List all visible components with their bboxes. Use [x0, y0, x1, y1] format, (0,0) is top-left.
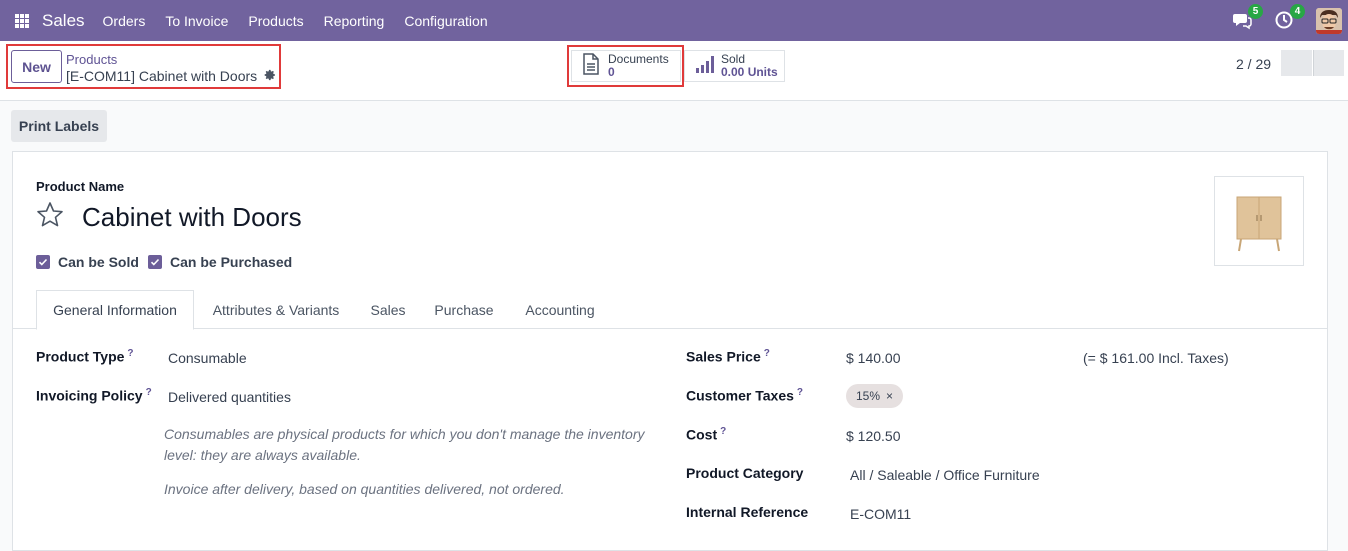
help-tooltip-icon[interactable]: ? — [146, 387, 152, 398]
activities-icon[interactable]: 4 — [1274, 3, 1305, 32]
product-type-label: Product Type? — [36, 348, 134, 365]
product-name-label: Product Name — [36, 179, 125, 194]
customer-tax-tag-label: 15% — [856, 389, 881, 403]
product-type-help-text: Consumables are physical products for wh… — [164, 426, 645, 463]
product-type-value[interactable]: Consumable — [168, 350, 247, 366]
invoicing-policy-help-text: Invoice after delivery, based on quantit… — [164, 481, 565, 497]
cost-label: Cost? — [686, 426, 727, 443]
print-labels-button[interactable]: Print Labels — [11, 110, 107, 142]
app-name[interactable]: Sales — [42, 11, 85, 31]
menu-to-invoice[interactable]: To Invoice — [155, 13, 238, 29]
breadcrumb-parent-products[interactable]: Products — [66, 52, 117, 67]
menu-reporting[interactable]: Reporting — [314, 13, 395, 29]
new-button[interactable]: New — [11, 50, 62, 83]
checkbox-checked-icon — [148, 255, 162, 269]
help-tooltip-icon[interactable]: ? — [764, 348, 770, 359]
breadcrumb-current: [E-COM11] Cabinet with Doors — [66, 68, 276, 84]
product-category-value[interactable]: All / Saleable / Office Furniture — [850, 467, 1040, 483]
help-tooltip-icon[interactable]: ? — [127, 348, 133, 359]
pager-previous-button[interactable] — [1281, 50, 1312, 76]
cost-value[interactable]: $ 120.50 — [846, 428, 901, 444]
invoicing-policy-value[interactable]: Delivered quantities — [168, 389, 291, 405]
pager-value[interactable]: 2 / 29 — [1236, 56, 1271, 72]
control-panel: New Products [E-COM11] Cabinet with Door… — [0, 41, 1348, 101]
can-be-purchased-label: Can be Purchased — [170, 254, 293, 270]
messages-icon[interactable]: 5 — [1232, 3, 1263, 32]
help-tooltip-icon[interactable]: ? — [797, 387, 803, 398]
invoicing-policy-label: Invoicing Policy? — [36, 387, 152, 404]
messages-badge: 5 — [1248, 3, 1263, 19]
internal-reference-label: Internal Reference — [686, 504, 809, 520]
sales-price-incl-taxes: (= $ 161.00 Incl. Taxes) — [1083, 350, 1229, 366]
product-category-label: Product Category — [686, 465, 804, 481]
tab-attributes-variants[interactable]: Attributes & Variants — [198, 290, 354, 329]
sold-value: 0.00 Units — [721, 65, 778, 79]
breadcrumb-current-label: [E-COM11] Cabinet with Doors — [66, 68, 258, 84]
systray: 5 4 — [1232, 0, 1348, 41]
product-image[interactable] — [1214, 176, 1304, 266]
main-menu: Orders To Invoice Products Reporting Con… — [93, 13, 498, 29]
form-sheet: Product Name Cabinet with Doors Can be S… — [12, 151, 1328, 551]
notebook-tabs: General Information Attributes & Variant… — [13, 290, 1327, 330]
can-be-sold-label: Can be Sold — [58, 254, 139, 270]
sales-price-label: Sales Price? — [686, 348, 770, 365]
internal-reference-value[interactable]: E-COM11 — [850, 506, 911, 522]
user-avatar[interactable] — [1316, 7, 1342, 34]
highlight-documents-box — [567, 45, 684, 87]
apps-grid-icon[interactable] — [15, 13, 29, 28]
tab-purchase[interactable]: Purchase — [423, 290, 505, 329]
customer-taxes-label: Customer Taxes? — [686, 387, 804, 404]
can-be-purchased-checkbox[interactable]: Can be Purchased — [148, 254, 292, 270]
can-be-sold-checkbox[interactable]: Can be Sold — [36, 254, 139, 270]
star-icon[interactable] — [36, 201, 64, 233]
product-name[interactable]: Cabinet with Doors — [82, 202, 302, 233]
sales-price-value[interactable]: $ 140.00 — [846, 350, 901, 366]
tab-general-information[interactable]: General Information — [36, 290, 194, 330]
pager-next-button[interactable] — [1313, 50, 1344, 76]
menu-products[interactable]: Products — [238, 13, 313, 29]
gear-icon[interactable] — [264, 68, 276, 84]
menu-orders[interactable]: Orders — [93, 13, 156, 29]
activities-badge: 4 — [1290, 3, 1305, 19]
checkbox-checked-icon — [36, 255, 50, 269]
sold-smart-button[interactable]: Sold 0.00 Units — [684, 50, 785, 82]
signal-bars-icon — [695, 54, 717, 79]
tab-accounting[interactable]: Accounting — [511, 290, 609, 329]
tab-sales[interactable]: Sales — [358, 290, 418, 329]
customer-tax-tag[interactable]: 15% × — [846, 384, 904, 408]
remove-tag-icon[interactable]: × — [886, 389, 893, 403]
top-navbar: Sales Orders To Invoice Products Reporti… — [0, 0, 1348, 41]
sold-text: Sold 0.00 Units — [721, 53, 778, 79]
help-tooltip-icon[interactable]: ? — [720, 426, 726, 437]
menu-configuration[interactable]: Configuration — [394, 13, 497, 29]
